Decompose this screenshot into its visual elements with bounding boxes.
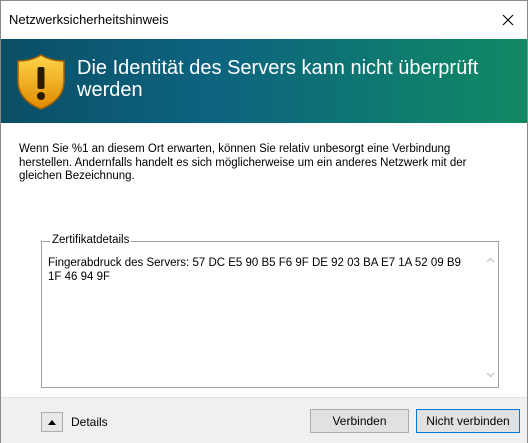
dialog-window: Netzwerksicherheitshinweis Die Identität… (0, 0, 528, 443)
banner-headline: Die Identität des Servers kann nicht übe… (77, 57, 479, 101)
certificate-scrollbar[interactable] (482, 242, 498, 387)
scroll-down-button[interactable] (482, 367, 498, 383)
connect-button[interactable]: Verbinden (310, 409, 409, 433)
close-icon (502, 14, 514, 26)
window-title: Netzwerksicherheitshinweis (9, 12, 169, 27)
chevron-down-icon (486, 372, 494, 378)
dialog-footer: Details Verbinden Nicht verbinden (1, 397, 527, 443)
shield-warning-icon (17, 54, 65, 110)
warning-banner: Die Identität des Servers kann nicht übe… (1, 39, 527, 123)
dialog-content: Wenn Sie %1 an diesem Ort erwarten, könn… (1, 123, 527, 397)
certificate-details-group: Zertifikatdetails Fingerabdruck des Serv… (41, 234, 499, 388)
certificate-thumbprint: Fingerabdruck des Servers: 57 DC E5 90 B… (48, 257, 461, 283)
info-message: Wenn Sie %1 an diesem Ort erwarten, könn… (19, 143, 467, 182)
close-button[interactable] (489, 1, 527, 39)
dont-connect-button[interactable]: Nicht verbinden (416, 409, 520, 433)
details-toggle-button[interactable] (41, 412, 63, 432)
title-bar: Netzwerksicherheitshinweis (1, 1, 527, 39)
details-label[interactable]: Details (71, 415, 108, 429)
certificate-details-legend: Zertifikatdetails (50, 234, 132, 246)
scroll-up-button[interactable] (482, 252, 498, 268)
chevron-up-icon (486, 257, 494, 263)
triangle-up-icon (48, 419, 56, 425)
